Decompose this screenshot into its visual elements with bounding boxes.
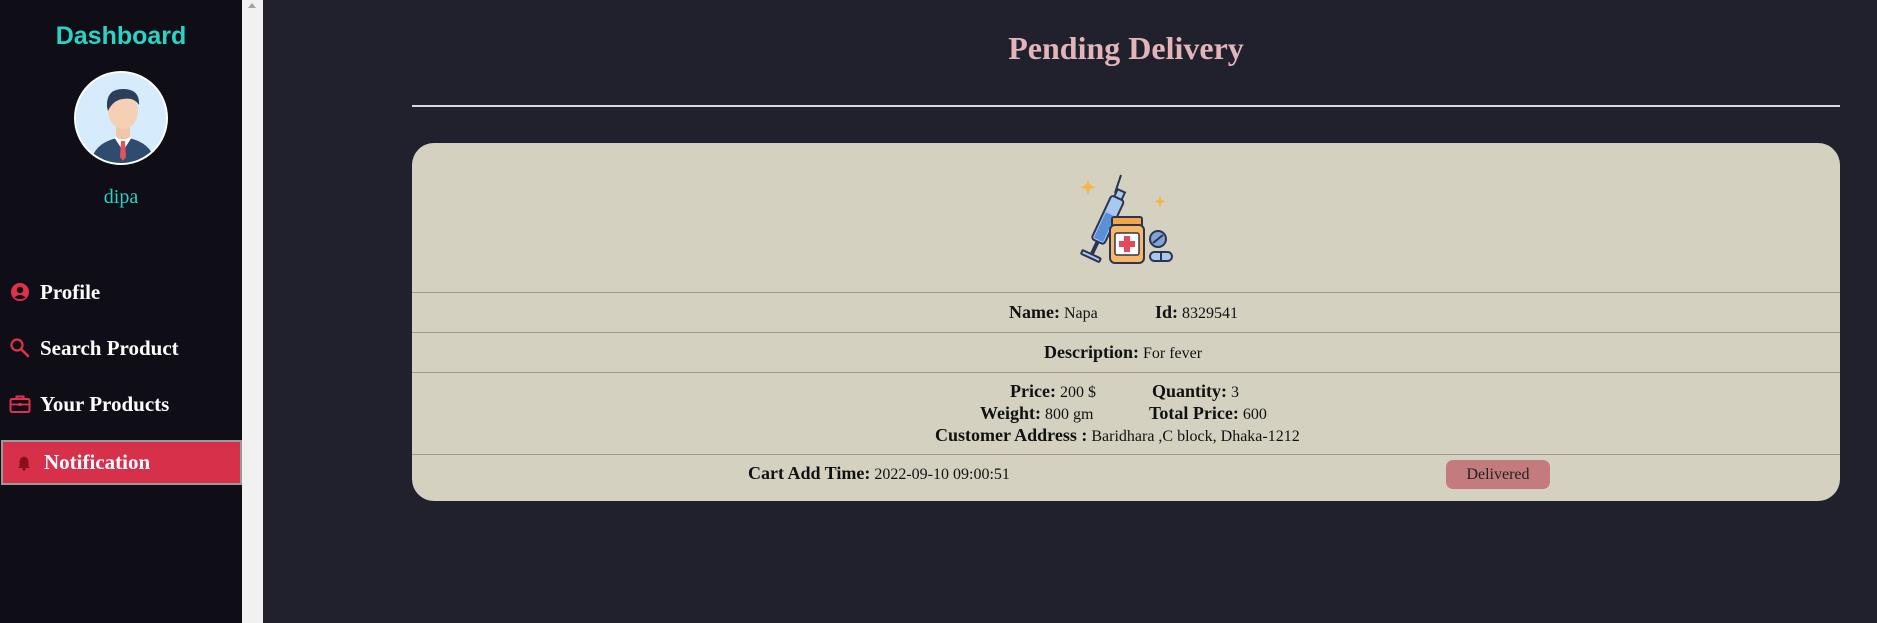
scroll-up-arrow-icon[interactable]	[248, 3, 256, 8]
total-price-field: Total Price: 600	[1149, 403, 1267, 424]
weight-value: 800 gm	[1045, 406, 1094, 423]
description-value: For fever	[1142, 345, 1203, 362]
cart-add-time-field: Cart Add Time: 2022-09-10 09:00:51	[748, 463, 1010, 484]
sidebar-item-profile[interactable]: Profile	[0, 270, 242, 314]
sidebar-item-label: Your Products	[40, 391, 170, 416]
weight-label: Weight:	[980, 403, 1041, 423]
page-title: Pending Delivery	[1008, 30, 1244, 66]
username: dipa	[103, 186, 139, 208]
avatar	[74, 71, 168, 165]
sidebar-item-label: Notification	[44, 450, 151, 474]
name-id-row: Name: Napa Id: 8329541	[412, 292, 1840, 332]
description-row: Description: For fever	[412, 332, 1840, 372]
customer-address-label: Customer Address :	[935, 425, 1088, 445]
id-label: Id:	[1155, 302, 1179, 322]
bell-icon	[13, 452, 35, 474]
sidebar-item-your-products[interactable]: Your Products	[0, 382, 242, 426]
sidebar: Dashboard dipa Profile Search Product Yo…	[0, 0, 242, 623]
delivered-status-button[interactable]: Delivered	[1446, 460, 1550, 489]
description-label: Description:	[1044, 342, 1139, 362]
sidebar-item-label: Profile	[40, 279, 101, 304]
sidebar-item-label: Search Product	[40, 335, 179, 360]
quantity-field: Quantity: 3	[1152, 381, 1239, 402]
quantity-label: Quantity:	[1152, 381, 1228, 401]
briefcase-icon	[9, 393, 31, 415]
customer-address-value: Baridhara ,C block, Dhaka-1212	[1091, 428, 1300, 445]
id-field: Id: 8329541	[1155, 302, 1238, 323]
name-label: Name:	[1009, 302, 1060, 322]
order-card: Name: Napa Id: 8329541 Description: For …	[412, 143, 1840, 501]
cart-add-time-label: Cart Add Time:	[748, 463, 871, 483]
divider	[412, 105, 1840, 107]
total-price-value: 600	[1242, 406, 1267, 423]
customer-address-field: Customer Address : Baridhara ,C block, D…	[935, 425, 1300, 446]
cart-add-time-value: 2022-09-10 09:00:51	[874, 466, 1010, 483]
name-value: Napa	[1063, 305, 1098, 322]
scrollbar[interactable]	[242, 0, 263, 623]
cart-time-row: Cart Add Time: 2022-09-10 09:00:51 Deliv…	[412, 454, 1840, 501]
weight-field: Weight: 800 gm	[980, 403, 1093, 424]
sidebar-item-search-product[interactable]: Search Product	[0, 326, 242, 370]
medicine-image	[1074, 173, 1178, 273]
search-icon	[9, 337, 31, 359]
sidebar-item-notification[interactable]: Notification	[1, 440, 242, 485]
price-label: Price:	[1010, 381, 1056, 401]
price-field: Price: 200 $	[1010, 381, 1096, 402]
description-field: Description: For fever	[1044, 342, 1202, 363]
pricing-row: Price: 200 $ Quantity: 3 Weight: 800 gm …	[412, 372, 1840, 454]
user-circle-icon	[9, 281, 31, 303]
price-value: 200 $	[1059, 384, 1096, 401]
quantity-value: 3	[1231, 384, 1240, 401]
name-field: Name: Napa	[1009, 302, 1098, 323]
total-price-label: Total Price:	[1149, 403, 1239, 423]
dashboard-title: Dashboard	[55, 22, 187, 50]
id-value: 8329541	[1182, 305, 1239, 322]
